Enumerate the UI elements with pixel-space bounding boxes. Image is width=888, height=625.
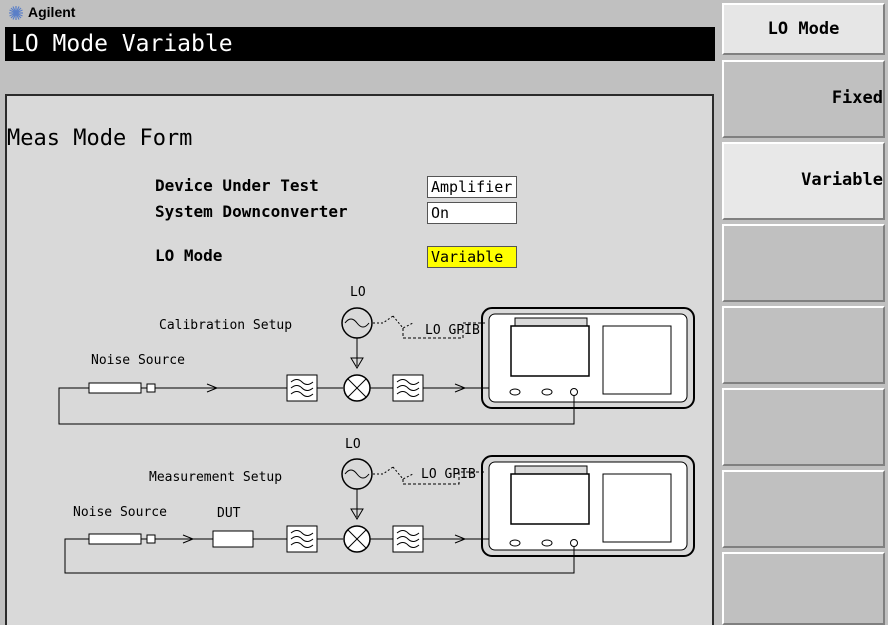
dut-label: DUT bbox=[217, 506, 241, 521]
meas-mode-form: Meas Mode Form Device Under Test Amplifi… bbox=[5, 94, 714, 625]
system-downconverter-label: System Downconverter bbox=[155, 202, 348, 221]
measurement-setup: Measurement Setup LO LO GPIB Noise Sourc… bbox=[64, 437, 695, 574]
sine-wave-icon bbox=[344, 318, 370, 328]
measurement-lo-label: LO bbox=[345, 437, 361, 452]
softkey-blank-5[interactable] bbox=[722, 388, 885, 466]
softkey-blank-6[interactable] bbox=[722, 470, 885, 548]
softkey-blank-7[interactable] bbox=[722, 552, 885, 625]
brand-name: Agilent bbox=[28, 4, 76, 20]
softkey-blank-4[interactable] bbox=[722, 306, 885, 384]
measurement-setup-title: Measurement Setup bbox=[149, 470, 282, 485]
softkey-panel: LO Mode Fixed Variable bbox=[719, 0, 888, 625]
device-under-test-label: Device Under Test bbox=[155, 176, 319, 195]
softkey-menu-title: LO Mode bbox=[722, 3, 885, 55]
measurement-lo-gpib-label: LO GPIB bbox=[421, 467, 476, 482]
calibration-setup-title: Calibration Setup bbox=[159, 318, 292, 333]
page-title: LO Mode Variable bbox=[11, 31, 233, 57]
calibration-setup: Calibration Setup LO LO GPIB Noise Sourc… bbox=[58, 285, 695, 425]
title-bar: LO Mode Variable bbox=[5, 27, 715, 61]
calibration-noise-source-label: Noise Source bbox=[91, 353, 185, 368]
setup-diagram: Calibration Setup LO LO GPIB Noise Sourc… bbox=[58, 285, 695, 574]
measurement-noise-source-label: Noise Source bbox=[73, 505, 167, 520]
device-under-test-field[interactable]: Amplifier bbox=[427, 176, 517, 198]
softkey-variable[interactable]: Variable bbox=[722, 142, 885, 220]
agilent-logo-icon bbox=[9, 6, 23, 20]
main-panel: Agilent LO Mode Variable Meas Mode Form … bbox=[0, 0, 719, 625]
lo-mode-field[interactable]: Variable bbox=[427, 246, 517, 268]
noise-source-icon bbox=[88, 533, 142, 545]
softkey-fixed[interactable]: Fixed bbox=[722, 60, 885, 138]
softkey-blank-3[interactable] bbox=[722, 224, 885, 302]
noise-figure-analyzer-icon bbox=[481, 455, 695, 557]
sine-wave-icon bbox=[344, 469, 370, 479]
system-downconverter-field[interactable]: On bbox=[427, 202, 517, 224]
noise-figure-analyzer-icon bbox=[481, 307, 695, 409]
brand-bar: Agilent bbox=[0, 0, 719, 28]
dut-icon bbox=[212, 530, 254, 548]
noise-source-icon bbox=[88, 382, 142, 394]
form-title: Meas Mode Form bbox=[7, 126, 193, 151]
calibration-lo-label: LO bbox=[350, 285, 366, 300]
calibration-lo-gpib-label: LO GPIB bbox=[425, 323, 480, 338]
lo-mode-label: LO Mode bbox=[155, 246, 223, 265]
